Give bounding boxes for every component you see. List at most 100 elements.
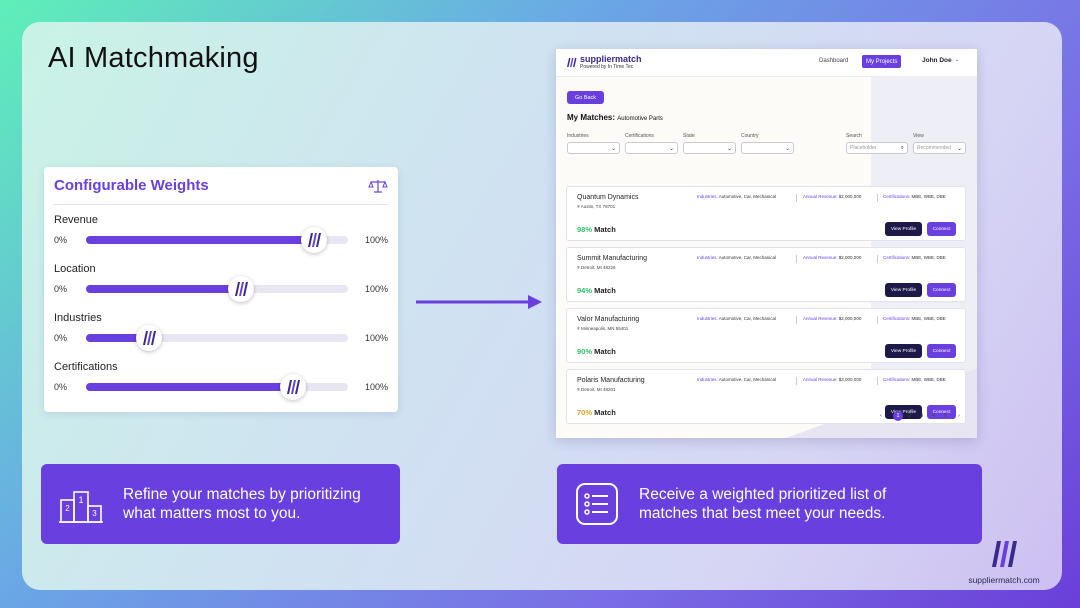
state-select[interactable]: ⌄ [683, 142, 736, 154]
divider [796, 316, 797, 324]
certs-value: MBE, WBE, DBE [911, 255, 946, 260]
suppliermatch-logo-icon [992, 541, 1017, 567]
connect-button[interactable]: Connect [927, 222, 956, 236]
supplier-location-text: Detroit, MI 48226 [580, 265, 616, 270]
view-profile-button[interactable]: View Profile [885, 222, 922, 236]
industries-value: Automotive, Car, Mechanical [718, 377, 777, 382]
chevron-down-icon: ⌄ [668, 146, 674, 152]
match-label: Match [594, 225, 616, 234]
revenue-value: $2,000,000 [838, 194, 862, 199]
slider-logo-icon[interactable] [300, 227, 327, 253]
caption-refine-text: Refine your matches by prioritizing what… [123, 486, 361, 522]
app-logo[interactable]: suppliermatch Powered by In Time Tec [566, 53, 642, 71]
supplier-name[interactable]: Polaris Manufacturing [577, 377, 645, 384]
divider [877, 255, 878, 263]
weight-label: Location [54, 263, 96, 275]
revenue-label: Annual Revenue: [803, 377, 838, 382]
view-profile-button[interactable]: View Profile [885, 405, 922, 419]
pagination-page-5[interactable]: 5 [944, 413, 947, 419]
user-menu[interactable]: John Doe [922, 57, 952, 64]
supplier-revenue: Annual Revenue: $2,000,000 [803, 194, 861, 199]
caption-receive-text: Receive a weighted prioritized list of m… [639, 486, 887, 522]
country-select[interactable]: ⌄ [741, 142, 794, 154]
pagination-page-4[interactable]: 4 [932, 413, 935, 419]
weight-row: Certifications 0% 100% [54, 361, 388, 407]
weight-max: 100% [364, 235, 388, 245]
divider [877, 377, 878, 385]
my-matches-label: My Matches: [567, 113, 616, 122]
location-pin-icon: ⌾ [577, 265, 580, 270]
industries-value: Automotive, Car, Mechanical [718, 255, 777, 260]
supplier-location: ⌾ Detroit, MI 48226 [577, 265, 616, 270]
match-card[interactable]: Summit Manufacturing ⌾ Detroit, MI 48226 I… [566, 247, 966, 302]
arrow-right-icon [414, 292, 546, 317]
weight-slider-fill [86, 236, 314, 244]
pagination-prev[interactable]: ‹ [880, 413, 882, 419]
app-screenshot: suppliermatch Powered by In Time Tec Das… [556, 49, 977, 438]
slider-logo-icon[interactable] [227, 276, 254, 302]
page-title: AI Matchmaking [48, 42, 259, 74]
weights-card-title: Configurable Weights [54, 177, 209, 194]
match-percent: 98% [577, 225, 593, 234]
slider-logo-icon[interactable] [135, 325, 162, 351]
certs-label: Certifications: [883, 194, 911, 199]
go-back-button[interactable]: Go Back [567, 91, 604, 104]
chevron-down-icon[interactable]: ⌄ [955, 57, 959, 63]
supplier-name[interactable]: Valor Manufacturing [577, 316, 639, 323]
certifications-select[interactable]: ⌄ [625, 142, 678, 154]
location-pin-icon: ⌾ [577, 204, 580, 209]
match-score: 70% Match [577, 408, 616, 417]
industries-label: Industries: [697, 194, 718, 199]
weight-min: 0% [54, 284, 68, 294]
pagination-page-3[interactable]: 3 [920, 413, 923, 419]
weight-row: Revenue 0% 100% [54, 214, 388, 260]
nav-dashboard[interactable]: Dashboard [819, 58, 848, 64]
nav-my-projects[interactable]: My Projects [862, 55, 902, 68]
weight-max: 100% [364, 284, 388, 294]
search-placeholder: Placeholder [850, 145, 877, 151]
pagination-next[interactable]: › [958, 413, 960, 419]
divider [877, 316, 878, 324]
match-percent: 90% [577, 347, 593, 356]
connect-button[interactable]: Connect [927, 283, 956, 297]
supplier-name[interactable]: Quantum Dynamics [577, 194, 638, 201]
revenue-value: $2,000,000 [838, 255, 862, 260]
industries-label: Industries: [697, 255, 718, 260]
match-percent: 94% [577, 286, 593, 295]
weight-slider[interactable] [86, 276, 348, 302]
supplier-location-text: Minneapolis, MN 55401 [580, 326, 629, 331]
slider-logo-icon[interactable] [279, 374, 306, 400]
industries-label: Industries: [697, 316, 718, 321]
search-input[interactable]: Placeholder ⌕ [846, 142, 908, 154]
weight-max: 100% [364, 382, 388, 392]
weight-slider[interactable] [86, 325, 348, 351]
supplier-location-text: Detroit, MI 48201 [580, 387, 616, 392]
weight-slider[interactable] [86, 374, 348, 400]
pagination-page-1[interactable]: 1 [893, 411, 903, 421]
weight-slider[interactable] [86, 227, 348, 253]
view-profile-button[interactable]: View Profile [885, 283, 922, 297]
certs-value: MBE, WBE, DBE [911, 377, 946, 382]
supplier-certifications: Certifications: MBE, WBE, DBE [883, 316, 946, 321]
podium-icon: 1 2 3 [51, 484, 111, 524]
logo-text: suppliermatch [580, 53, 642, 64]
view-profile-button[interactable]: View Profile [885, 344, 922, 358]
filter-label-search: Search [846, 133, 862, 139]
divider [796, 194, 797, 202]
revenue-label: Annual Revenue: [803, 194, 838, 199]
certs-label: Certifications: [883, 316, 911, 321]
supplier-industries: Industries: Automotive, Car, Mechanical [697, 194, 776, 199]
match-card[interactable]: Valor Manufacturing ⌾ Minneapolis, MN 554… [566, 308, 966, 363]
connect-button[interactable]: Connect [927, 344, 956, 358]
match-card[interactable]: Polaris Manufacturing ⌾ Detroit, MI 48201… [566, 369, 966, 424]
weight-label: Revenue [54, 214, 99, 226]
supplier-revenue: Annual Revenue: $2,000,000 [803, 255, 861, 260]
caption-receive: Receive a weighted prioritized list of m… [557, 464, 982, 544]
supplier-location: ⌾ Austin, TX 78701 [577, 204, 615, 209]
search-icon[interactable]: ⌕ [901, 145, 904, 152]
match-card[interactable]: Quantum Dynamics ⌾ Austin, TX 78701 Indust… [566, 186, 966, 241]
view-select[interactable]: Recommended ⌄ [913, 142, 966, 154]
pagination-page-2[interactable]: 2 [908, 413, 911, 419]
industries-select[interactable]: ⌄ [567, 142, 620, 154]
supplier-name[interactable]: Summit Manufacturing [577, 255, 647, 262]
